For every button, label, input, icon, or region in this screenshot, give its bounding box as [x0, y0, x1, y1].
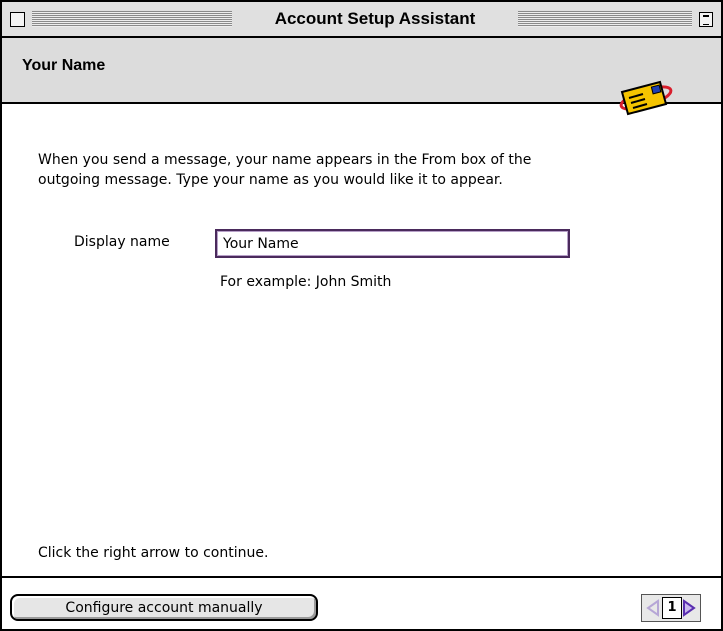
close-box-icon[interactable]	[10, 12, 25, 27]
title-bar[interactable]: Account Setup Assistant	[2, 2, 721, 38]
step-header: Your Name	[2, 38, 721, 116]
example-hint: For example: John Smith	[220, 274, 392, 290]
step-title: Your Name	[22, 57, 106, 74]
collapse-box-icon[interactable]	[699, 12, 713, 27]
intro-line-1: When you send a message, your name appea…	[38, 152, 532, 168]
page-number: 1	[662, 597, 682, 619]
bottom-bar: Configure account manually 1	[2, 578, 721, 629]
configure-manually-button[interactable]: Configure account manually	[10, 594, 318, 621]
setup-assistant-window: Account Setup Assistant Your Name When y…	[0, 0, 723, 631]
display-name-label: Display name	[74, 234, 170, 250]
title-bar-stripes-left	[32, 11, 232, 27]
display-name-input[interactable]	[215, 229, 570, 258]
intro-text: When you send a message, your name appea…	[38, 150, 678, 190]
window-title: Account Setup Assistant	[232, 9, 518, 29]
continue-instruction: Click the right arrow to continue.	[38, 545, 269, 561]
title-bar-stripes-right	[518, 11, 692, 27]
page-navigator: 1	[641, 594, 701, 622]
next-arrow-icon[interactable]	[682, 599, 696, 617]
back-arrow-icon[interactable]	[646, 599, 660, 617]
postcard-icon	[619, 80, 673, 116]
intro-line-2: outgoing message. Type your name as you …	[38, 172, 503, 188]
